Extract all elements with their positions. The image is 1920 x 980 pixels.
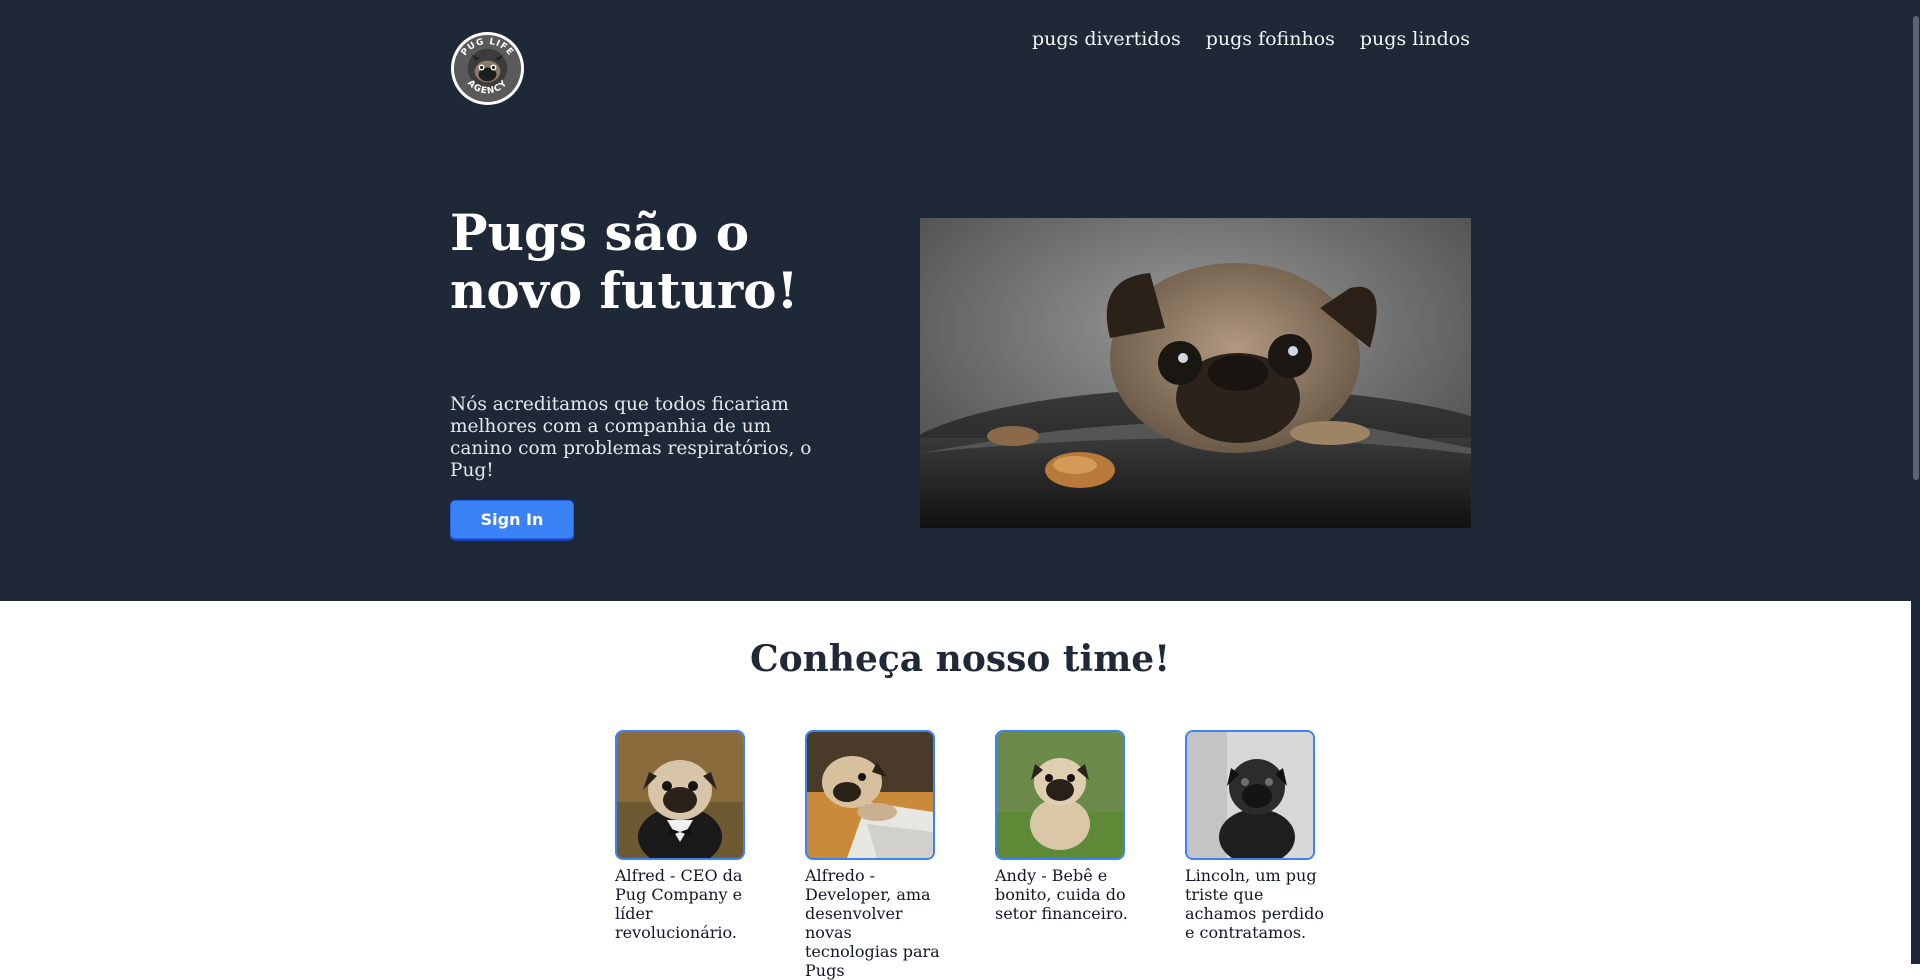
- nav-link-pugs-fofinhos[interactable]: pugs fofinhos: [1206, 28, 1335, 50]
- member-photo-alfredo: [805, 730, 935, 860]
- team-section-title: Conheça nosso time!: [749, 638, 1171, 680]
- member-photo-alfred: [615, 730, 745, 860]
- pug-life-agency-logo[interactable]: PUG LIFE AGENCY: [450, 31, 525, 106]
- member-caption: Alfred - CEO da Pug Company e líder revo…: [615, 866, 743, 942]
- main-nav: pugs divertidos pugs fofinhos pugs lindo…: [1032, 28, 1470, 50]
- vertical-scrollbar[interactable]: [1911, 0, 1920, 964]
- team-member-card: Lincoln, um pug triste que achamos perdi…: [1185, 730, 1325, 980]
- team-member-card: Alfred - CEO da Pug Company e líder revo…: [615, 730, 755, 980]
- member-photo-andy: [995, 730, 1125, 860]
- team-member-card: Alfredo - Developer, ama desenvolver nov…: [805, 730, 945, 980]
- member-caption: Alfredo - Developer, ama desenvolver nov…: [805, 866, 940, 980]
- hero-title: Pugs são o novo futuro!: [450, 203, 799, 320]
- nav-link-pugs-divertidos[interactable]: pugs divertidos: [1032, 28, 1181, 50]
- scrollbar-thumb[interactable]: [1913, 16, 1919, 480]
- member-caption: Lincoln, um pug triste que achamos perdi…: [1185, 866, 1325, 942]
- hero-section: PUG LIFE AGENCY pugs divertidos pugs fof…: [0, 0, 1920, 601]
- team-member-card: Andy - Bebê e bonito, cuida do setor fin…: [995, 730, 1135, 980]
- member-photo-lincoln: [1185, 730, 1315, 860]
- nav-link-pugs-lindos[interactable]: pugs lindos: [1360, 28, 1470, 50]
- member-caption: Andy - Bebê e bonito, cuida do setor fin…: [995, 866, 1128, 923]
- sign-in-button[interactable]: Sign In: [450, 500, 574, 539]
- team-list: Alfred - CEO da Pug Company e líder revo…: [615, 730, 1325, 980]
- hero-pug-photo: [920, 218, 1471, 528]
- hero-description: Nós acreditamos que todos ficariam melho…: [450, 394, 812, 481]
